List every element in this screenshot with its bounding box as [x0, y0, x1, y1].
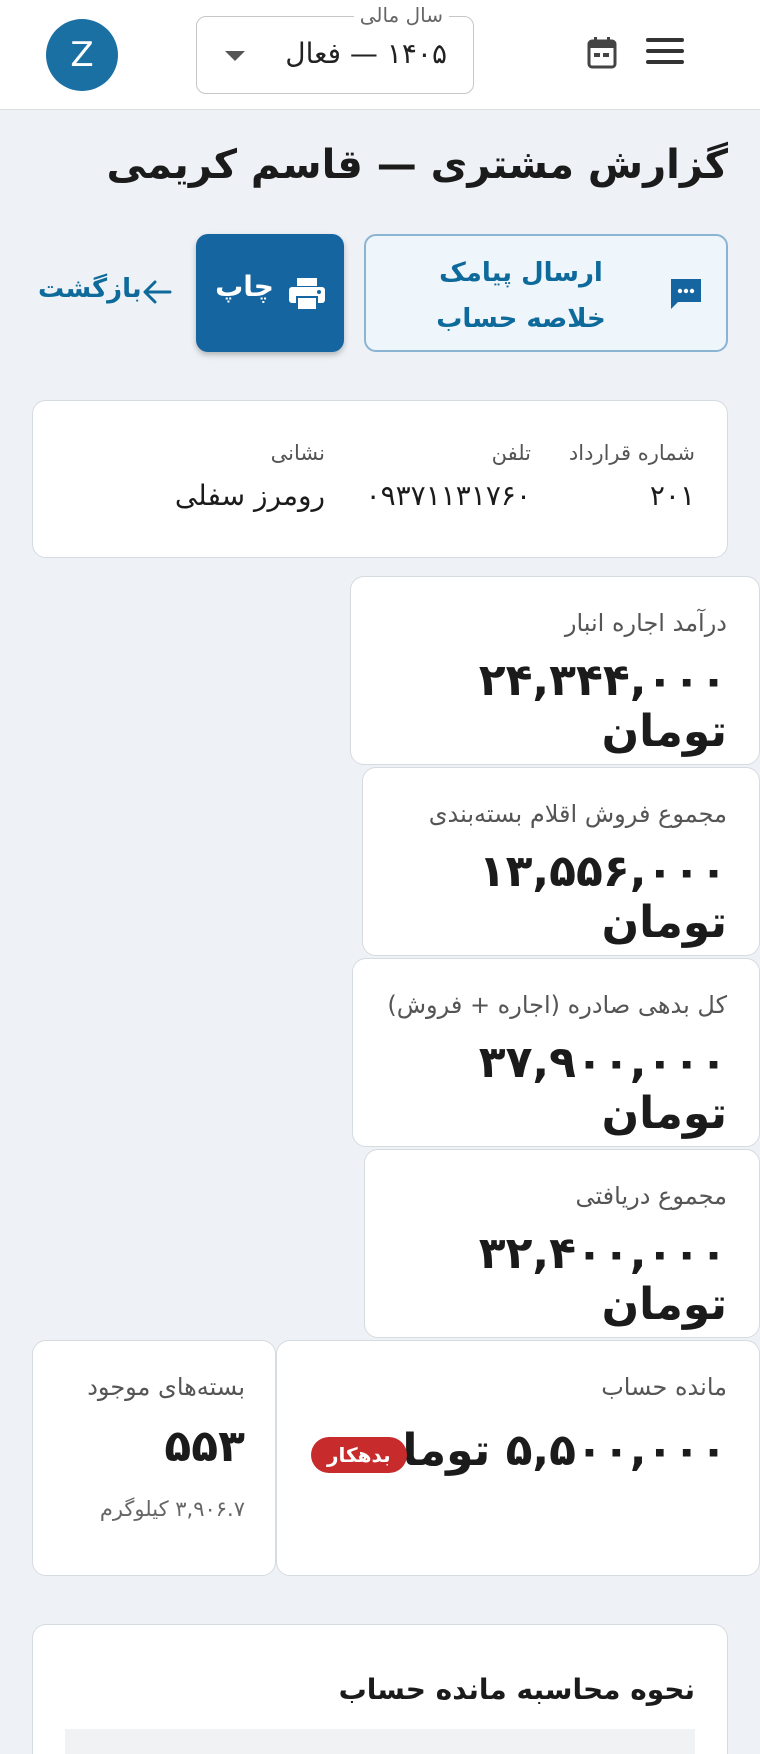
address-value: رومرز سفلی	[174, 479, 325, 512]
contract-number: شماره قرارداد ۲۰۱	[569, 441, 695, 512]
stat-value: ۳۷,۹۰۰,۰۰۰ تومان	[478, 1037, 727, 1139]
calendar-icon[interactable]	[586, 36, 618, 70]
back-button[interactable]: بازگشت	[38, 270, 178, 314]
top-app-bar: سال مالی ۱۴۰۵ — فعال Z	[0, 0, 760, 110]
stat-card-rent-income: درآمد اجاره انبار ۲۴,۳۴۴,۰۰۰ تومان	[350, 576, 760, 765]
calculation-table	[65, 1729, 695, 1754]
stat-subvalue: ۳,۹۰۶.۷ کیلوگرم	[99, 1497, 245, 1521]
phone-label: تلفن	[491, 441, 531, 465]
phone: تلفن ۰۹۳۷۱۱۳۱۷۶۰	[366, 441, 531, 512]
stat-card-total-debt: کل بدهی صادره (اجاره + فروش) ۳۷,۹۰۰,۰۰۰ …	[352, 958, 760, 1147]
avatar[interactable]: Z	[46, 19, 118, 91]
contract-number-label: شماره قرارداد	[568, 441, 695, 465]
print-label: چاپ	[215, 270, 274, 303]
stat-label: کل بدهی صادره (اجاره + فروش)	[387, 991, 727, 1019]
stat-label: مجموع دریافتی	[575, 1182, 727, 1210]
send-sms-summary-label: ارسال پیامک خلاصه حساب	[436, 258, 606, 334]
customer-info-card: شماره قرارداد ۲۰۱ تلفن ۰۹۳۷۱۱۳۱۷۶۰ نشانی…	[32, 400, 728, 558]
page-title: گزارش مشتری — قاسم کریمی	[106, 142, 728, 188]
contract-number-value: ۲۰۱	[649, 479, 695, 512]
printer-icon	[288, 277, 326, 311]
stat-value: ۲۴,۳۴۴,۰۰۰ تومان	[478, 655, 727, 757]
stat-value: ۵۵۳	[164, 1421, 245, 1472]
sms-icon	[668, 276, 704, 312]
stat-label: بسته‌های موجود	[87, 1373, 245, 1401]
stat-value: ۳۲,۴۰۰,۰۰۰ تومان	[478, 1228, 727, 1330]
send-sms-summary-button[interactable]: ارسال پیامک خلاصه حساب	[364, 234, 728, 352]
fiscal-year-select[interactable]: سال مالی ۱۴۰۵ — فعال	[196, 3, 474, 94]
stat-label: درآمد اجاره انبار	[564, 609, 727, 637]
address-label: نشانی	[270, 441, 325, 465]
balance-calculation-card: نحوه محاسبه مانده حساب	[32, 1624, 728, 1754]
stat-value: ۱۳,۵۵۶,۰۰۰ تومان	[478, 846, 727, 948]
arrow-left-icon	[142, 280, 172, 304]
stat-card-total-received: مجموع دریافتی ۳۲,۴۰۰,۰۰۰ تومان	[364, 1149, 760, 1338]
stat-card-balance: مانده حساب ۵,۵۰۰,۰۰۰ تومان بدهکار	[276, 1340, 760, 1576]
menu-icon[interactable]	[646, 38, 684, 70]
print-button[interactable]: چاپ	[196, 234, 344, 352]
status-badge: بدهکار	[311, 1437, 407, 1473]
phone-value: ۰۹۳۷۱۱۳۱۷۶۰	[365, 479, 531, 512]
fiscal-year-value: ۱۴۰۵ — فعال	[285, 37, 447, 70]
chevron-down-icon	[225, 51, 245, 61]
stat-value: ۵,۵۰۰,۰۰۰ تومان	[364, 1425, 727, 1476]
fiscal-year-label: سال مالی	[353, 3, 449, 27]
stat-label: مجموع فروش اقلام بسته‌بندی	[428, 800, 727, 828]
stat-card-packages: بسته‌های موجود ۵۵۳ ۳,۹۰۶.۷ کیلوگرم	[32, 1340, 276, 1576]
back-label: بازگشت	[38, 274, 142, 304]
section-title: نحوه محاسبه مانده حساب	[338, 1673, 695, 1706]
address: نشانی رومرز سفلی	[175, 441, 325, 512]
stat-card-packaging-sales: مجموع فروش اقلام بسته‌بندی ۱۳,۵۵۶,۰۰۰ تو…	[362, 767, 760, 956]
stat-label: مانده حساب	[601, 1373, 727, 1401]
